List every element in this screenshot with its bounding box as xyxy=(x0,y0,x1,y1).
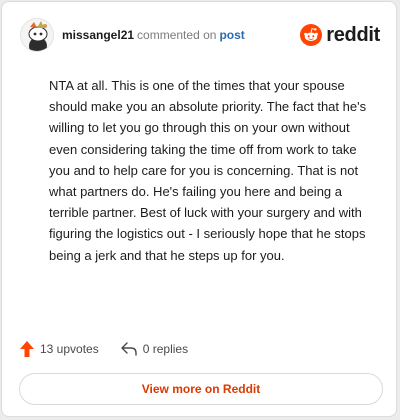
reddit-brand[interactable]: reddit xyxy=(300,24,380,47)
reply-count: 0 replies xyxy=(142,342,189,356)
upvote-count: 13 upvotes xyxy=(40,342,99,356)
comment-header: missangel21 commented on post reddit xyxy=(20,18,380,52)
comment-body: NTA at all. This is one of the times tha… xyxy=(49,78,367,263)
reddit-wordmark: reddit xyxy=(326,23,380,46)
snoo-avatar-icon xyxy=(21,19,53,51)
commented-on-text: commented on xyxy=(137,28,217,42)
upvote-arrow-icon xyxy=(20,341,34,357)
reddit-comment-card: missangel21 commented on post reddit NTA a… xyxy=(1,1,397,417)
user-avatar[interactable] xyxy=(20,18,54,52)
reddit-logo-icon xyxy=(300,24,323,46)
upvotes-stat[interactable]: 13 upvotes xyxy=(20,341,99,357)
reply-icon xyxy=(121,342,137,356)
username[interactable]: missangel21 xyxy=(62,28,134,42)
replies-stat[interactable]: 0 replies xyxy=(121,342,188,356)
view-more-button[interactable]: View more on Reddit xyxy=(19,373,383,405)
comment-meta: missangel21 commented on post xyxy=(62,28,245,42)
comment-footer: 13 upvotes 0 replies xyxy=(20,338,188,360)
post-link[interactable]: post xyxy=(219,28,244,42)
